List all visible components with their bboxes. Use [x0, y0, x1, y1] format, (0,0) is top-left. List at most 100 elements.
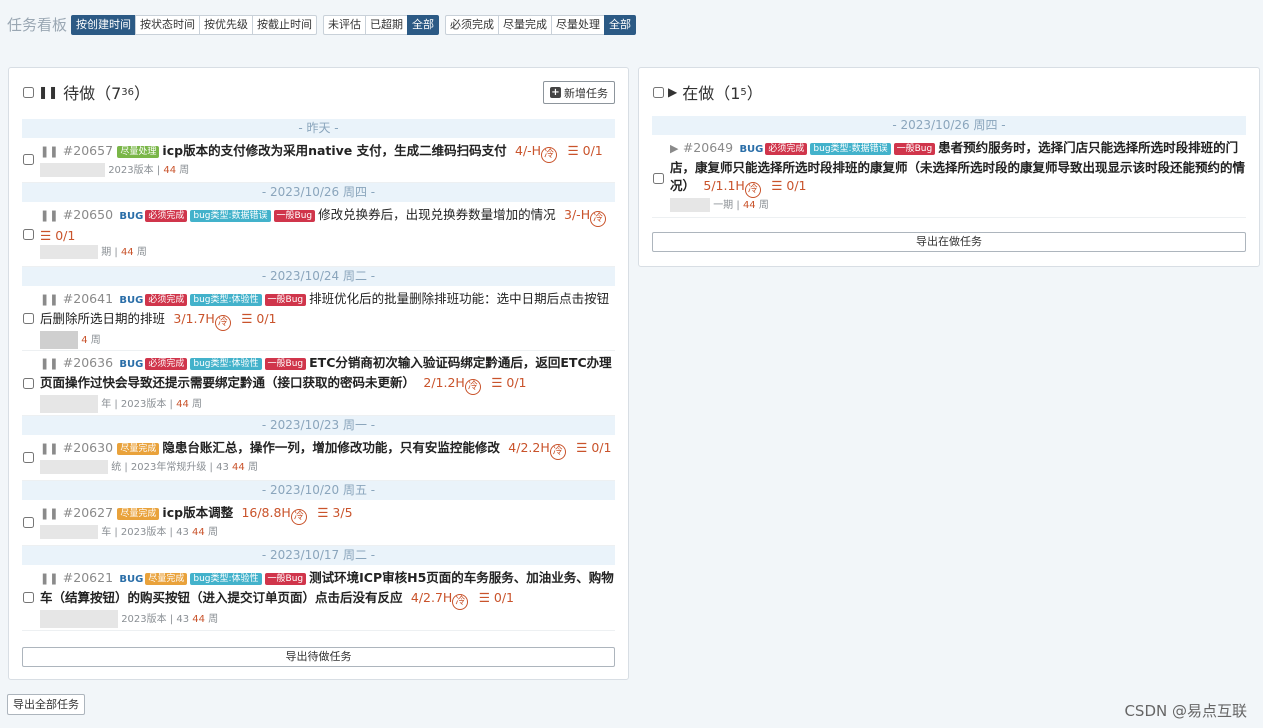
list-icon: ☰: [241, 311, 253, 326]
task-estimate: 4/2.2H: [508, 440, 550, 455]
sort-button-group: 按创建时间 按状态时间 按优先级 按截止时间: [71, 15, 318, 35]
list-icon: ☰: [771, 178, 783, 193]
list-icon: ☰: [491, 375, 503, 390]
export-todo-button[interactable]: 导出待做任务: [22, 647, 615, 667]
task-estimate: 4/2.7H: [410, 590, 453, 605]
date-divider: - 2023/10/26 周四 -: [22, 183, 615, 202]
blurred-owner: [40, 395, 98, 413]
task-checkbox[interactable]: [23, 378, 34, 389]
blurred-owner: [40, 163, 105, 177]
watermark: CSDN @易点互联: [1124, 702, 1247, 720]
severity-tag: 一般Bug: [264, 358, 307, 370]
task-estimate: 4/-H: [515, 143, 542, 158]
cold-icon: 冷: [214, 315, 231, 331]
priority-tag: 必须完成: [145, 358, 188, 370]
bug-badge: BUG: [739, 144, 764, 155]
blurred-owner: [670, 198, 710, 212]
task-meta: 2023版本 | 43 44 周: [40, 610, 615, 628]
task-card[interactable]: ❚❚ #20621 BUG 尽量完成 bug类型:体验性 一般Bug 测试环境ICP审核…: [22, 565, 615, 631]
bug-type-tag: bug类型:体验性: [190, 358, 262, 370]
pause-icon: ❚❚: [40, 442, 59, 455]
pause-icon: ❚❚: [40, 357, 59, 370]
sort-by-deadline-button[interactable]: 按截止时间: [252, 15, 318, 35]
task-estimate: 3/1.7H: [173, 311, 215, 326]
task-id: #20636: [62, 355, 114, 370]
task-card[interactable]: ❚❚ #20657 尽量处理 icp版本的支付修改为采用native 支付，生成二…: [22, 138, 615, 183]
date-divider: - 昨天 -: [22, 119, 615, 138]
task-title[interactable]: 修改兑换券后，出现兑换券数量增加的情况: [318, 207, 556, 222]
task-card[interactable]: ❚❚ #20636 BUG 必须完成 bug类型:体验性 一般Bug ETC分销商初次输…: [22, 351, 615, 416]
severity-tag: 一般Bug: [273, 210, 316, 222]
filter-try-handle-button[interactable]: 尽量处理: [551, 15, 606, 35]
blurred-owner: [40, 245, 98, 259]
cold-icon: 冷: [541, 147, 558, 163]
date-divider: - 2023/10/24 周二 -: [22, 267, 615, 286]
export-doing-button[interactable]: 导出在做任务: [652, 232, 1246, 252]
cold-icon: 冷: [290, 509, 307, 525]
task-title[interactable]: icp版本的支付修改为采用native 支付，生成二维码扫码支付: [162, 143, 506, 158]
date-divider: - 2023/10/26 周四 -: [652, 116, 1246, 135]
bug-type-tag: bug类型:体验性: [190, 573, 262, 585]
task-id: #20630: [62, 440, 114, 455]
bug-badge: BUG: [119, 211, 144, 222]
task-checkbox[interactable]: [23, 592, 34, 603]
priority-tag: 必须完成: [145, 210, 188, 222]
sort-by-priority-button[interactable]: 按优先级: [199, 15, 254, 35]
blurred-owner: [40, 460, 108, 474]
task-checkbox[interactable]: [23, 517, 34, 528]
task-id: #20641: [62, 291, 114, 306]
task-meta: 统 | 2023年常规升级 | 43 44 周: [40, 460, 615, 475]
task-card[interactable]: ❚❚ #20630 尽量完成 隐患台账汇总，操作一列，增加修改功能，只有安监控能修…: [22, 435, 615, 481]
todo-panel: ❚❚ 待做（7 36） + 新增任务 - 昨天 - ❚❚ #20657 尽量处理 i…: [8, 67, 629, 680]
task-title[interactable]: icp版本调整: [162, 505, 233, 520]
task-id: #20627: [62, 505, 114, 520]
priority-tag: 尽量完成: [117, 443, 160, 455]
task-checkbox[interactable]: [653, 173, 664, 184]
export-all-button[interactable]: 导出全部任务: [7, 694, 85, 715]
pause-icon: ❚❚: [40, 145, 59, 158]
cold-icon: 冷: [452, 594, 469, 610]
filter-must-complete-button[interactable]: 必须完成: [445, 15, 500, 35]
blurred-owner: [40, 610, 118, 628]
task-estimate: 3/-H: [564, 207, 591, 222]
priority-filter-group: 必须完成 尽量完成 尽量处理 全部: [445, 15, 637, 35]
todo-task-list: - 昨天 - ❚❚ #20657 尽量处理 icp版本的支付修改为采用native…: [22, 119, 615, 631]
priority-tag: 尽量完成: [145, 573, 188, 585]
list-icon: ☰: [576, 440, 588, 455]
task-estimate: 2/1.2H: [423, 375, 465, 390]
filter-priority-all-button[interactable]: 全部: [604, 15, 637, 35]
new-task-button[interactable]: + 新增任务: [543, 81, 615, 104]
task-estimate: 5/1.1H: [703, 178, 745, 193]
bug-type-tag: bug类型:数据错误: [190, 210, 271, 222]
sort-by-created-button[interactable]: 按创建时间: [71, 15, 137, 35]
task-card[interactable]: ❚❚ #20641 BUG 必须完成 bug类型:体验性 一般Bug 排班优化后的批量删…: [22, 286, 615, 351]
bug-type-tag: bug类型:体验性: [190, 294, 262, 306]
task-checkbox[interactable]: [23, 452, 34, 463]
cold-icon: 冷: [549, 444, 566, 460]
todo-panel-header: ❚❚ 待做（7 36） + 新增任务: [9, 68, 628, 116]
plus-icon: +: [550, 87, 561, 98]
bug-badge: BUG: [119, 359, 144, 370]
task-card[interactable]: ❚❚ #20650 BUG 必须完成 bug类型:数据错误 一般Bug 修改兑换券后，出…: [22, 202, 615, 267]
task-card[interactable]: ❚❚ #20627 尽量完成 icp版本调整 16/8.8H 冷 ☰ 3/5 车 |…: [22, 500, 615, 546]
task-checkbox[interactable]: [23, 313, 34, 324]
board-toolbar: 任务看板 按创建时间 按状态时间 按优先级 按截止时间 未评估 已超期 全部 必…: [7, 14, 642, 36]
filter-overdue-button[interactable]: 已超期: [365, 15, 409, 35]
sort-by-status-time-button[interactable]: 按状态时间: [135, 15, 201, 35]
play-icon: ▶: [668, 85, 678, 99]
doing-select-all-checkbox[interactable]: [653, 86, 664, 98]
filter-unestimated-button[interactable]: 未评估: [323, 15, 367, 35]
bug-type-tag: bug类型:数据错误: [810, 143, 891, 155]
task-checkbox[interactable]: [23, 154, 34, 165]
task-checkbox[interactable]: [23, 229, 34, 240]
task-card[interactable]: ▶ #20649 BUG 必须完成 bug类型:数据错误 一般Bug 患者预约服务时，选…: [652, 135, 1246, 218]
task-id: #20621: [62, 570, 114, 585]
pause-icon: ❚❚: [40, 209, 59, 222]
todo-select-all-checkbox[interactable]: [23, 86, 34, 98]
filter-try-complete-button[interactable]: 尽量完成: [498, 15, 553, 35]
priority-tag: 必须完成: [145, 294, 188, 306]
play-icon: ▶: [670, 142, 679, 155]
doing-task-list: - 2023/10/26 周四 - ▶ #20649 BUG 必须完成 bug类型:…: [652, 116, 1246, 218]
task-title[interactable]: 隐患台账汇总，操作一列，增加修改功能，只有安监控能修改: [162, 440, 500, 455]
filter-estimate-all-button[interactable]: 全部: [407, 15, 440, 35]
